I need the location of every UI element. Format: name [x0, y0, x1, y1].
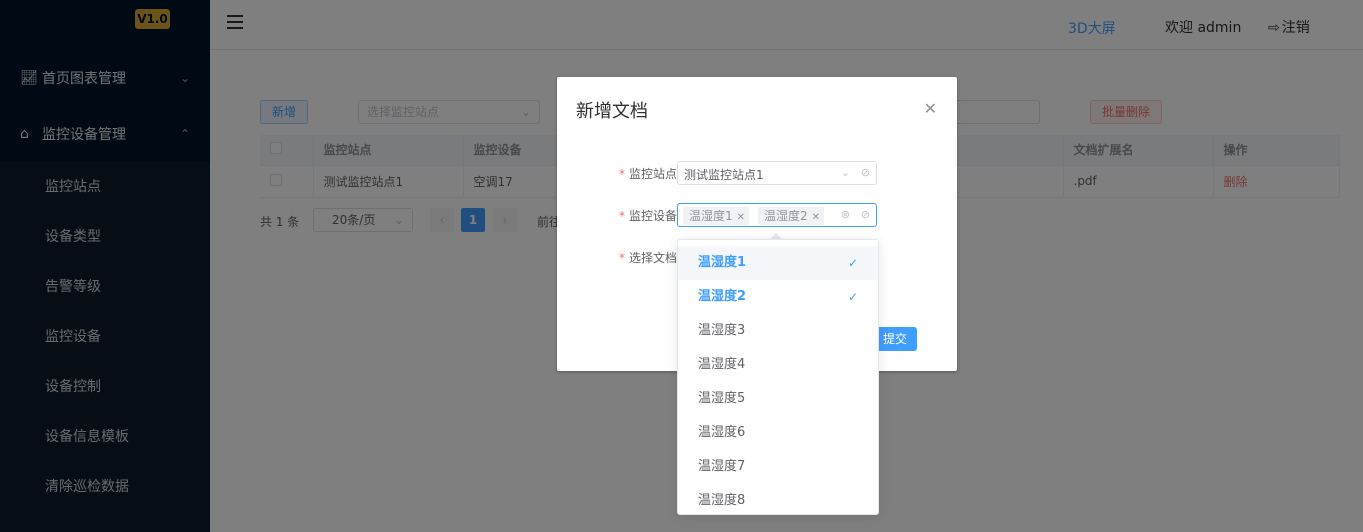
dropdown-option[interactable]: 温湿度4	[678, 348, 878, 382]
tag-close-icon[interactable]: ✕	[737, 212, 745, 223]
dropdown-option[interactable]: 温湿度7	[678, 450, 878, 484]
station-label: * 监控站点	[618, 167, 677, 181]
device-tag: 温湿度2 ✕	[758, 207, 825, 225]
station-select-value: 测试监控站点1	[684, 168, 764, 182]
dropdown-option[interactable]: 温湿度6	[678, 416, 878, 450]
chevron-down-icon: ⌄	[840, 166, 850, 179]
close-icon[interactable]: ✕	[924, 99, 937, 118]
tag-close-icon[interactable]: ✕	[812, 212, 820, 223]
station-select[interactable]: 测试监控站点1 ⌄ ⊘	[677, 161, 877, 185]
dropdown-option[interactable]: 温湿度2 ✓	[678, 280, 878, 314]
device-multi-select[interactable]: 温湿度1 ✕ 温湿度2 ✕ ⊗ ⊘	[677, 203, 877, 227]
check-icon: ✓	[847, 290, 858, 304]
dropdown-option[interactable]: 温湿度5	[678, 382, 878, 416]
check-icon: ✓	[847, 256, 858, 270]
device-options-dropdown: 温湿度1 ✓ 温湿度2 ✓ 温湿度3 温湿度4 温湿度5 温湿度6 温湿度7 温湿度…	[677, 239, 879, 515]
dropdown-option[interactable]: 温湿度1 ✓	[678, 246, 878, 280]
check-circle-icon: ⊘	[860, 208, 870, 221]
device-label: * 监控设备	[618, 209, 677, 223]
device-tag: 温湿度1 ✕	[683, 207, 750, 225]
dialog-title: 新增文档	[576, 101, 648, 122]
form-row-station: * 监控站点 测试监控站点1 ⌄ ⊘	[557, 161, 957, 185]
submit-button[interactable]: 提交	[873, 327, 917, 351]
form-row-device: * 监控设备 温湿度1 ✕ 温湿度2 ✕ ⊗ ⊘	[557, 203, 957, 227]
dropdown-option[interactable]: 温湿度3	[678, 314, 878, 348]
dropdown-list: 温湿度1 ✓ 温湿度2 ✓ 温湿度3 温湿度4 温湿度5 温湿度6 温湿度7 温湿度…	[678, 240, 878, 514]
document-label: * 选择文档	[618, 251, 677, 265]
dropdown-option[interactable]: 温湿度8	[678, 484, 878, 514]
clear-icon[interactable]: ⊗	[841, 208, 850, 221]
check-circle-icon: ⊘	[860, 166, 870, 179]
